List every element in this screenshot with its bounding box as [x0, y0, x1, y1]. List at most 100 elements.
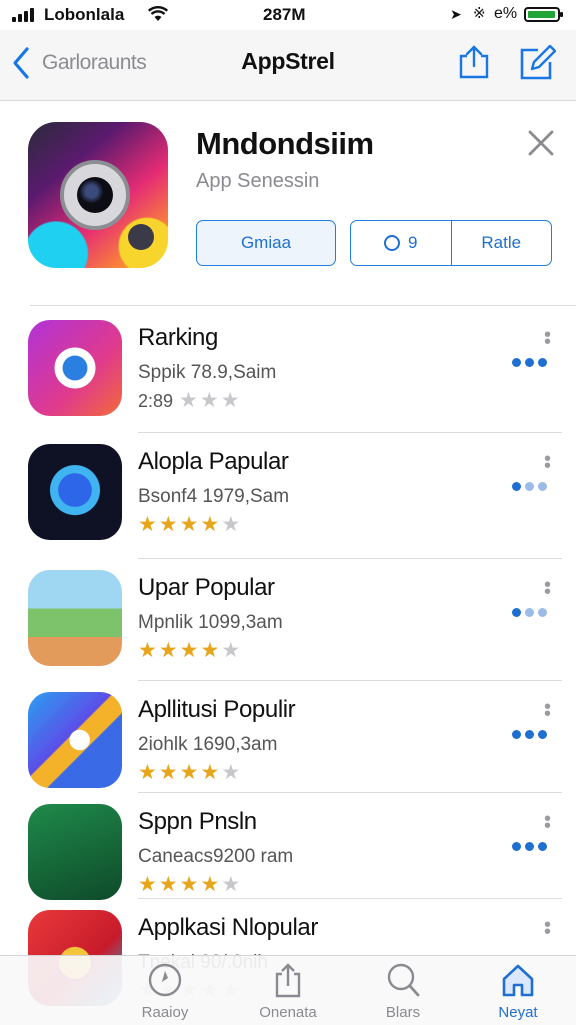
dot-icon: [512, 358, 521, 367]
star-icon: ★: [200, 761, 222, 784]
status-time: 287M: [263, 5, 306, 24]
app-name: Apllitusi Populir: [138, 696, 296, 723]
bluetooth-icon: ※: [473, 5, 486, 22]
star-icon: ★: [200, 513, 222, 536]
divider: [30, 305, 576, 306]
compose-icon[interactable]: [518, 44, 556, 82]
open-button[interactable]: Gmiaa: [196, 220, 336, 266]
kebab-icon[interactable]: • •: [544, 449, 551, 476]
tab-raaioy[interactable]: Raaioy: [110, 956, 220, 1025]
dot-icon: [538, 358, 547, 367]
app-icon[interactable]: [28, 320, 122, 416]
tab-onenata[interactable]: Onenata: [233, 956, 343, 1025]
app-name: Rarking: [138, 324, 218, 351]
carrier-label: Lobonlala: [44, 5, 125, 24]
star-icon: ★: [179, 873, 201, 896]
dot-icon: [538, 730, 547, 739]
app-meta: Mpnlik 1099,3am: [138, 612, 283, 633]
star-rating: 2:89 ★★★: [138, 388, 242, 413]
app-name: Upar Popular: [138, 574, 275, 601]
kebab-icon[interactable]: • •: [544, 809, 551, 836]
wifi-icon: [148, 6, 168, 21]
compass-icon: [148, 963, 182, 997]
star-icon: ★: [158, 873, 180, 896]
star-icon: ★: [138, 873, 159, 896]
app-icon[interactable]: [28, 692, 122, 788]
app-meta: Bsonf4 1979,Sam: [138, 486, 290, 507]
camera-lens-icon: [60, 160, 130, 230]
tab-bar: Raaioy Onenata Blars Neyat: [0, 955, 576, 1025]
more-options-button[interactable]: [512, 838, 551, 856]
badge-icon: [128, 224, 154, 250]
star-icon: ★: [138, 639, 159, 662]
kebab-icon[interactable]: • •: [544, 325, 551, 352]
app-icon[interactable]: [28, 444, 122, 540]
app-meta: Sppik 78.9,Saim: [138, 362, 277, 383]
kebab-icon[interactable]: • •: [544, 915, 551, 942]
more-options-button[interactable]: [512, 478, 551, 496]
battery-icon: [524, 7, 563, 22]
star-rating: ★★★★★: [138, 760, 242, 785]
star-icon: ★: [158, 513, 180, 536]
divider: [138, 432, 562, 433]
dot-icon: [512, 608, 521, 617]
more-options-button[interactable]: [512, 726, 551, 744]
divider: [138, 898, 562, 899]
search-icon: [387, 963, 420, 997]
navigation-bar: Garloraunts AppStrel: [0, 30, 576, 101]
star-icon: ★: [138, 513, 159, 536]
star-icon: ★: [221, 761, 243, 784]
star-icon: ★: [221, 639, 243, 662]
star-rating: ★★★★★: [138, 638, 242, 663]
star-icon: ★: [158, 761, 180, 784]
rate-segment[interactable]: Ratle: [450, 221, 552, 265]
dot-icon: [525, 842, 534, 851]
dot-icon: [525, 730, 534, 739]
star-icon: ★: [200, 873, 222, 896]
kebab-icon[interactable]: • •: [544, 697, 551, 724]
app-name: Applkasi Nlopular: [138, 914, 318, 941]
divider: [138, 680, 562, 681]
close-icon[interactable]: [526, 128, 556, 158]
star-rating: ★★★★★: [138, 872, 242, 897]
star-icon: ★: [199, 389, 221, 412]
app-meta: 2iohlk 1690,3am: [138, 734, 278, 755]
star-icon: ★: [200, 639, 222, 662]
share-icon[interactable]: [456, 44, 492, 80]
more-options-button[interactable]: [512, 604, 551, 622]
more-options-button[interactable]: [512, 354, 551, 372]
dot-icon: [525, 482, 534, 491]
dot-icon: [512, 842, 521, 851]
star-icon: ★: [179, 639, 201, 662]
home-icon: [502, 964, 534, 997]
star-icon: ★: [179, 389, 200, 412]
app-icon[interactable]: [28, 804, 122, 900]
divider: [138, 792, 562, 793]
star-rating: ★★★★★: [138, 512, 242, 537]
location-icon: ➤: [450, 6, 462, 22]
signal-icon: [12, 8, 36, 22]
tab-label: Raaioy: [141, 1004, 189, 1021]
dot-icon: [525, 608, 534, 617]
battery-percent: e%: [494, 5, 518, 22]
app-name: Sppn Pnsln: [138, 808, 257, 835]
tab-neyat[interactable]: Neyat: [463, 956, 573, 1025]
action-segmented-control: 9 Ratle: [350, 220, 552, 266]
featured-app-subtitle: App Senessin: [196, 170, 320, 192]
tab-label: Neyat: [498, 1004, 538, 1021]
divider: [138, 558, 562, 559]
rating-count: 2:89: [138, 391, 174, 411]
kebab-icon[interactable]: • •: [544, 575, 551, 602]
progress-segment-label: 9: [408, 233, 418, 252]
star-icon: ★: [221, 873, 243, 896]
progress-segment[interactable]: 9: [351, 221, 451, 265]
progress-ring-icon: [384, 235, 401, 251]
star-icon: ★: [220, 389, 242, 412]
status-bar: Lobonlala 287M ➤ ※ e%: [0, 0, 576, 30]
star-icon: ★: [158, 639, 180, 662]
dot-icon: [538, 608, 547, 617]
tab-blars[interactable]: Blars: [348, 956, 458, 1025]
star-icon: ★: [179, 761, 201, 784]
featured-app-icon[interactable]: [28, 122, 168, 268]
app-icon[interactable]: [28, 570, 122, 666]
